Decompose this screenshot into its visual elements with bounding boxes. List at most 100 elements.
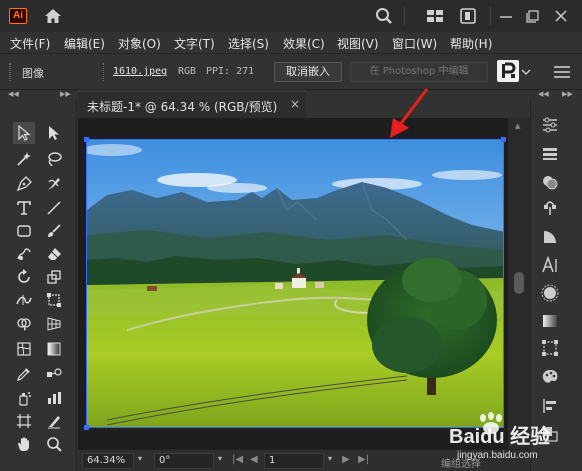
gradient-tool-icon[interactable] (43, 338, 65, 360)
lasso-tool-icon[interactable] (43, 148, 65, 170)
vertical-scrollbar[interactable]: ▲ (508, 118, 530, 449)
menu-help[interactable]: 帮助(H) (450, 35, 492, 52)
rotate-tool-icon[interactable] (13, 266, 35, 288)
zoom-level-field[interactable]: 64.34% (82, 453, 134, 469)
document-tab-title: 未标题-1* @ 64.34 % (RGB/预览) (87, 100, 278, 114)
rotation-field[interactable]: 0° (154, 453, 214, 469)
collapse-panel-left-icon[interactable]: ◀◀ (538, 90, 549, 100)
appearance-icon[interactable] (538, 170, 562, 194)
artboard-dropdown-icon[interactable]: ▾ (328, 454, 332, 463)
expand-toolbar-icon[interactable]: ▶▶ (60, 90, 71, 100)
unembed-button[interactable]: 取消嵌入 (274, 62, 342, 82)
rotation-dropdown-icon[interactable]: ▾ (218, 454, 222, 463)
chevron-down-icon[interactable] (521, 68, 531, 76)
color-mode-label: RGB (178, 66, 197, 77)
menu-window[interactable]: 窗口(W) (392, 35, 437, 52)
panel-grip[interactable] (9, 63, 11, 81)
previous-artboard-icon[interactable]: ◀ (250, 454, 258, 465)
character-panel-icon[interactable] (538, 253, 562, 277)
width-tool-icon[interactable] (13, 289, 35, 311)
scroll-up-icon[interactable]: ▲ (515, 122, 520, 130)
zoom-tool-icon[interactable] (43, 433, 65, 455)
direct-selection-tool-icon[interactable] (43, 122, 65, 144)
menu-view[interactable]: 视图(V) (337, 35, 379, 52)
gradient-panel-icon[interactable] (538, 225, 562, 249)
scrollbar-thumb[interactable] (514, 272, 524, 294)
shape-builder-tool-icon[interactable] (13, 313, 35, 335)
search-adobe-stock-icon[interactable] (458, 6, 478, 26)
selection-handle[interactable] (84, 137, 89, 142)
close-document-icon[interactable]: × (290, 97, 300, 111)
restore-icon[interactable] (524, 6, 542, 26)
magic-wand-tool-icon[interactable] (13, 148, 35, 170)
first-artboard-icon[interactable]: |◀ (232, 454, 243, 465)
scale-tool-icon[interactable] (43, 266, 65, 288)
watermark-url: jingyan.baidu.com (457, 450, 538, 461)
control-bar: 图像 1610.jpeg RGB PPI: 271 取消嵌入 在 Photosh… (0, 54, 582, 90)
collapse-toolbar-icon[interactable]: ◀◀ (8, 90, 19, 100)
landscape-photo (87, 140, 503, 427)
last-artboard-icon[interactable]: ▶| (358, 454, 369, 465)
menu-file[interactable]: 文件(F) (10, 35, 50, 52)
app-logo: Ai (9, 8, 27, 24)
separator (103, 63, 105, 81)
slice-tool-icon[interactable] (43, 410, 65, 432)
layers-icon[interactable] (538, 142, 562, 166)
eyedropper-tool-icon[interactable] (13, 363, 35, 385)
color-wheel-icon[interactable] (538, 281, 562, 305)
baidu-watermark: Baidu 经验 jingyan.baidu.com (445, 410, 575, 468)
menu-type[interactable]: 文字(T) (174, 35, 215, 52)
image-trace-icon[interactable] (497, 60, 519, 82)
mesh-tool-icon[interactable] (13, 338, 35, 360)
paintbrush-tool-icon[interactable] (43, 220, 65, 242)
curvature-tool-icon[interactable] (43, 173, 65, 195)
rectangle-tool-icon[interactable] (13, 220, 35, 242)
artboard-tool-icon[interactable] (13, 410, 35, 432)
selection-handle[interactable] (501, 137, 506, 142)
libraries-icon[interactable] (538, 196, 562, 220)
menu-bar: 文件(F) 编辑(E) 对象(O) 文字(T) 选择(S) 效果(C) 视图(V… (0, 32, 582, 54)
title-bar: Ai (0, 0, 582, 32)
home-icon[interactable] (43, 6, 63, 26)
zoom-dropdown-icon[interactable]: ▾ (138, 454, 142, 463)
arrange-documents-icon[interactable] (425, 6, 445, 26)
menu-edit[interactable]: 编辑(E) (64, 35, 105, 52)
hand-tool-icon[interactable] (13, 433, 35, 455)
ppi-label: PPI: 271 (206, 66, 255, 77)
placed-image[interactable] (86, 139, 504, 428)
symbol-sprayer-tool-icon[interactable] (13, 387, 35, 409)
pen-tool-icon[interactable] (13, 173, 35, 195)
divider (490, 7, 491, 25)
artboard-number-field[interactable]: 1 (264, 453, 324, 469)
transform-panel-icon[interactable] (538, 336, 562, 360)
search-icon[interactable] (374, 6, 394, 26)
column-graph-tool-icon[interactable] (43, 387, 65, 409)
swatches-palette-icon[interactable] (538, 365, 562, 389)
menu-select[interactable]: 选择(S) (228, 35, 269, 52)
eraser-tool-icon[interactable] (43, 243, 65, 265)
shaper-tool-icon[interactable] (13, 243, 35, 265)
tools-panel (0, 100, 77, 471)
menu-object[interactable]: 对象(O) (118, 35, 161, 52)
next-artboard-icon[interactable]: ▶ (342, 454, 350, 465)
selection-handle[interactable] (84, 425, 89, 430)
free-transform-tool-icon[interactable] (43, 289, 65, 311)
type-tool-icon[interactable] (13, 197, 35, 219)
divider (404, 7, 405, 25)
selection-tool-icon[interactable] (13, 122, 35, 144)
blend-tool-icon[interactable] (43, 363, 65, 385)
edit-in-photoshop-button[interactable]: 在 Photoshop 中编辑 (350, 62, 488, 82)
menu-effect[interactable]: 效果(C) (283, 35, 325, 52)
line-segment-tool-icon[interactable] (43, 197, 65, 219)
panel-menu-icon[interactable] (551, 63, 573, 81)
perspective-grid-tool-icon[interactable] (43, 313, 65, 335)
properties-icon[interactable] (538, 113, 562, 137)
gradient-swatch-icon[interactable] (538, 309, 562, 333)
collapse-panel-right-icon[interactable]: ▶▶ (562, 90, 573, 100)
close-icon[interactable] (552, 6, 570, 26)
watermark-brand: Baidu 经验 (449, 426, 551, 448)
document-tab[interactable]: 未标题-1* @ 64.34 % (RGB/预览) × (78, 90, 306, 118)
red-arrow-annotation (390, 88, 429, 138)
linked-file-link[interactable]: 1610.jpeg (113, 66, 167, 77)
minimize-icon[interactable] (497, 6, 515, 26)
